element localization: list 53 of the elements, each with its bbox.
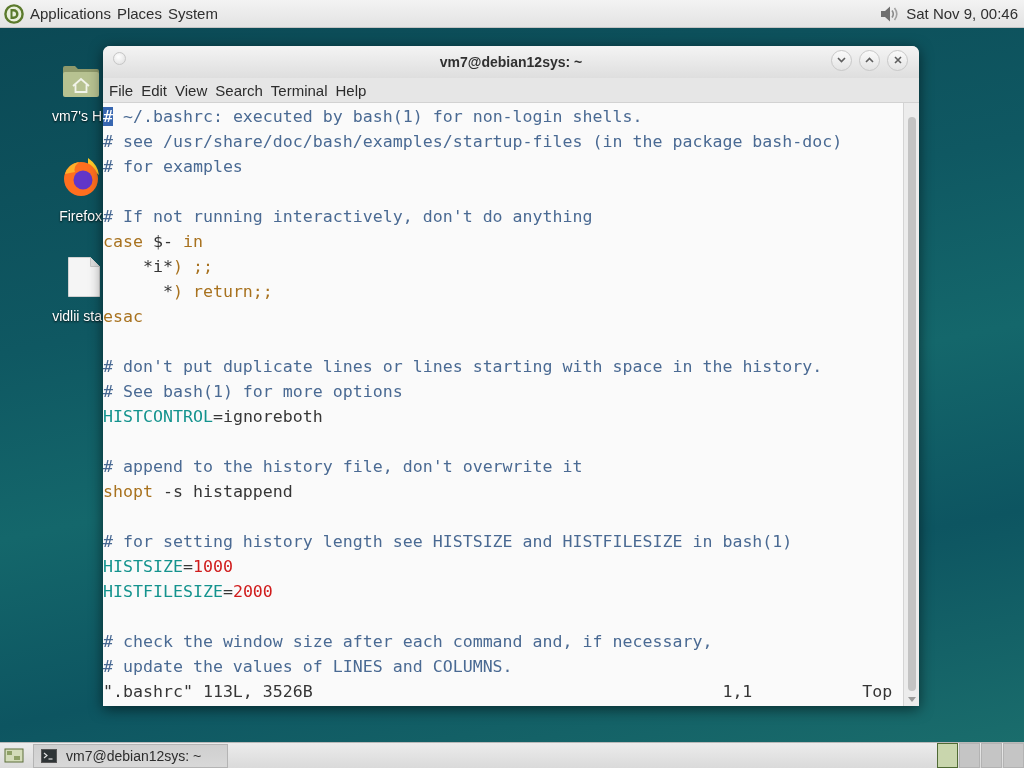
desktop-icon-label[interactable]: vidlii sta bbox=[52, 308, 102, 324]
code-line: # See bash(1) for more options bbox=[103, 381, 404, 403]
code-line: HISTSIZE=1000 bbox=[103, 556, 234, 578]
file-info-text: ".bashrc" 113L, 3526B bbox=[103, 681, 314, 703]
panel-menu[interactable]: Places bbox=[113, 3, 165, 24]
code-line: # for setting history length see HISTSIZE and HISTFILESIZE in bash(1) bbox=[103, 531, 794, 553]
window-title: vm7@debian12sys: ~ bbox=[439, 54, 583, 70]
code-line: # update the values of LINES and COLUMNS. bbox=[103, 656, 514, 678]
cursor-position-text: 1,1 bbox=[722, 681, 754, 703]
menu-item[interactable]: Search bbox=[211, 80, 267, 100]
code-line: # check the window size after each command and, if necessary, bbox=[103, 631, 714, 653]
close-button[interactable] bbox=[887, 49, 908, 71]
close-icon bbox=[893, 56, 902, 64]
window-menu-button[interactable] bbox=[113, 51, 126, 65]
logo-icon[interactable] bbox=[4, 3, 24, 24]
menu-item[interactable]: Help bbox=[331, 80, 371, 100]
code-line: esac bbox=[103, 306, 144, 328]
chevron-down-icon bbox=[837, 57, 846, 63]
panel-menu[interactable]: System bbox=[164, 3, 221, 24]
code-line: HISTCONTROL=ignoreboth bbox=[103, 406, 324, 428]
code-line: # for examples bbox=[103, 156, 244, 178]
menu-item[interactable]: Terminal bbox=[266, 80, 332, 100]
scrollbar-thumb[interactable] bbox=[907, 117, 916, 691]
panel-menu[interactable]: Applications bbox=[27, 3, 114, 24]
maximize-button[interactable] bbox=[859, 49, 880, 71]
menu-item[interactable]: Edit bbox=[137, 80, 172, 100]
clock-text[interactable]: Sat Nov 9, 00:46 bbox=[906, 5, 1020, 22]
code-line: *) return;; bbox=[161, 281, 274, 303]
desktop-icon-label[interactable]: Firefox bbox=[59, 208, 102, 224]
minimize-button[interactable] bbox=[831, 49, 852, 71]
menu-item[interactable]: View bbox=[171, 80, 212, 100]
code-line: # don't put duplicate lines or lines starting with space in the history. bbox=[103, 356, 824, 378]
menu-item[interactable]: File bbox=[105, 80, 138, 100]
document-icon[interactable] bbox=[67, 256, 101, 298]
code-line: # ~/.bashrc: executed by bash(1) for non-login shells. bbox=[103, 106, 644, 128]
desktop-icon-label[interactable]: vm7's H bbox=[51, 108, 102, 124]
code-line: # append to the history file, don't overwrite it bbox=[103, 456, 584, 478]
code-line: # see /usr/share/doc/bash/examples/startup-files (in the package bash-doc) bbox=[103, 131, 844, 153]
desktop-icon bbox=[4, 746, 24, 765]
code-line: # If not running interactively, don't do anything bbox=[103, 206, 594, 228]
speaker-icon[interactable] bbox=[879, 4, 900, 23]
code-line: HISTFILESIZE=2000 bbox=[103, 581, 274, 603]
workspace-button[interactable] bbox=[937, 743, 958, 768]
code-line: *i*) ;; bbox=[141, 256, 214, 278]
browser-icon[interactable] bbox=[61, 156, 101, 198]
scroll-down-arrow-icon[interactable] bbox=[907, 697, 916, 702]
scroll-position-text: Top bbox=[862, 681, 893, 703]
task-button[interactable]: vm7@debian12sys: ~ bbox=[33, 743, 228, 768]
terminal-icon bbox=[41, 748, 57, 763]
scrollbar-track[interactable] bbox=[903, 103, 919, 706]
code-line: shopt -s histappend bbox=[103, 481, 294, 503]
code-line: case $- in bbox=[103, 231, 204, 253]
chevron-up-icon bbox=[865, 57, 874, 63]
